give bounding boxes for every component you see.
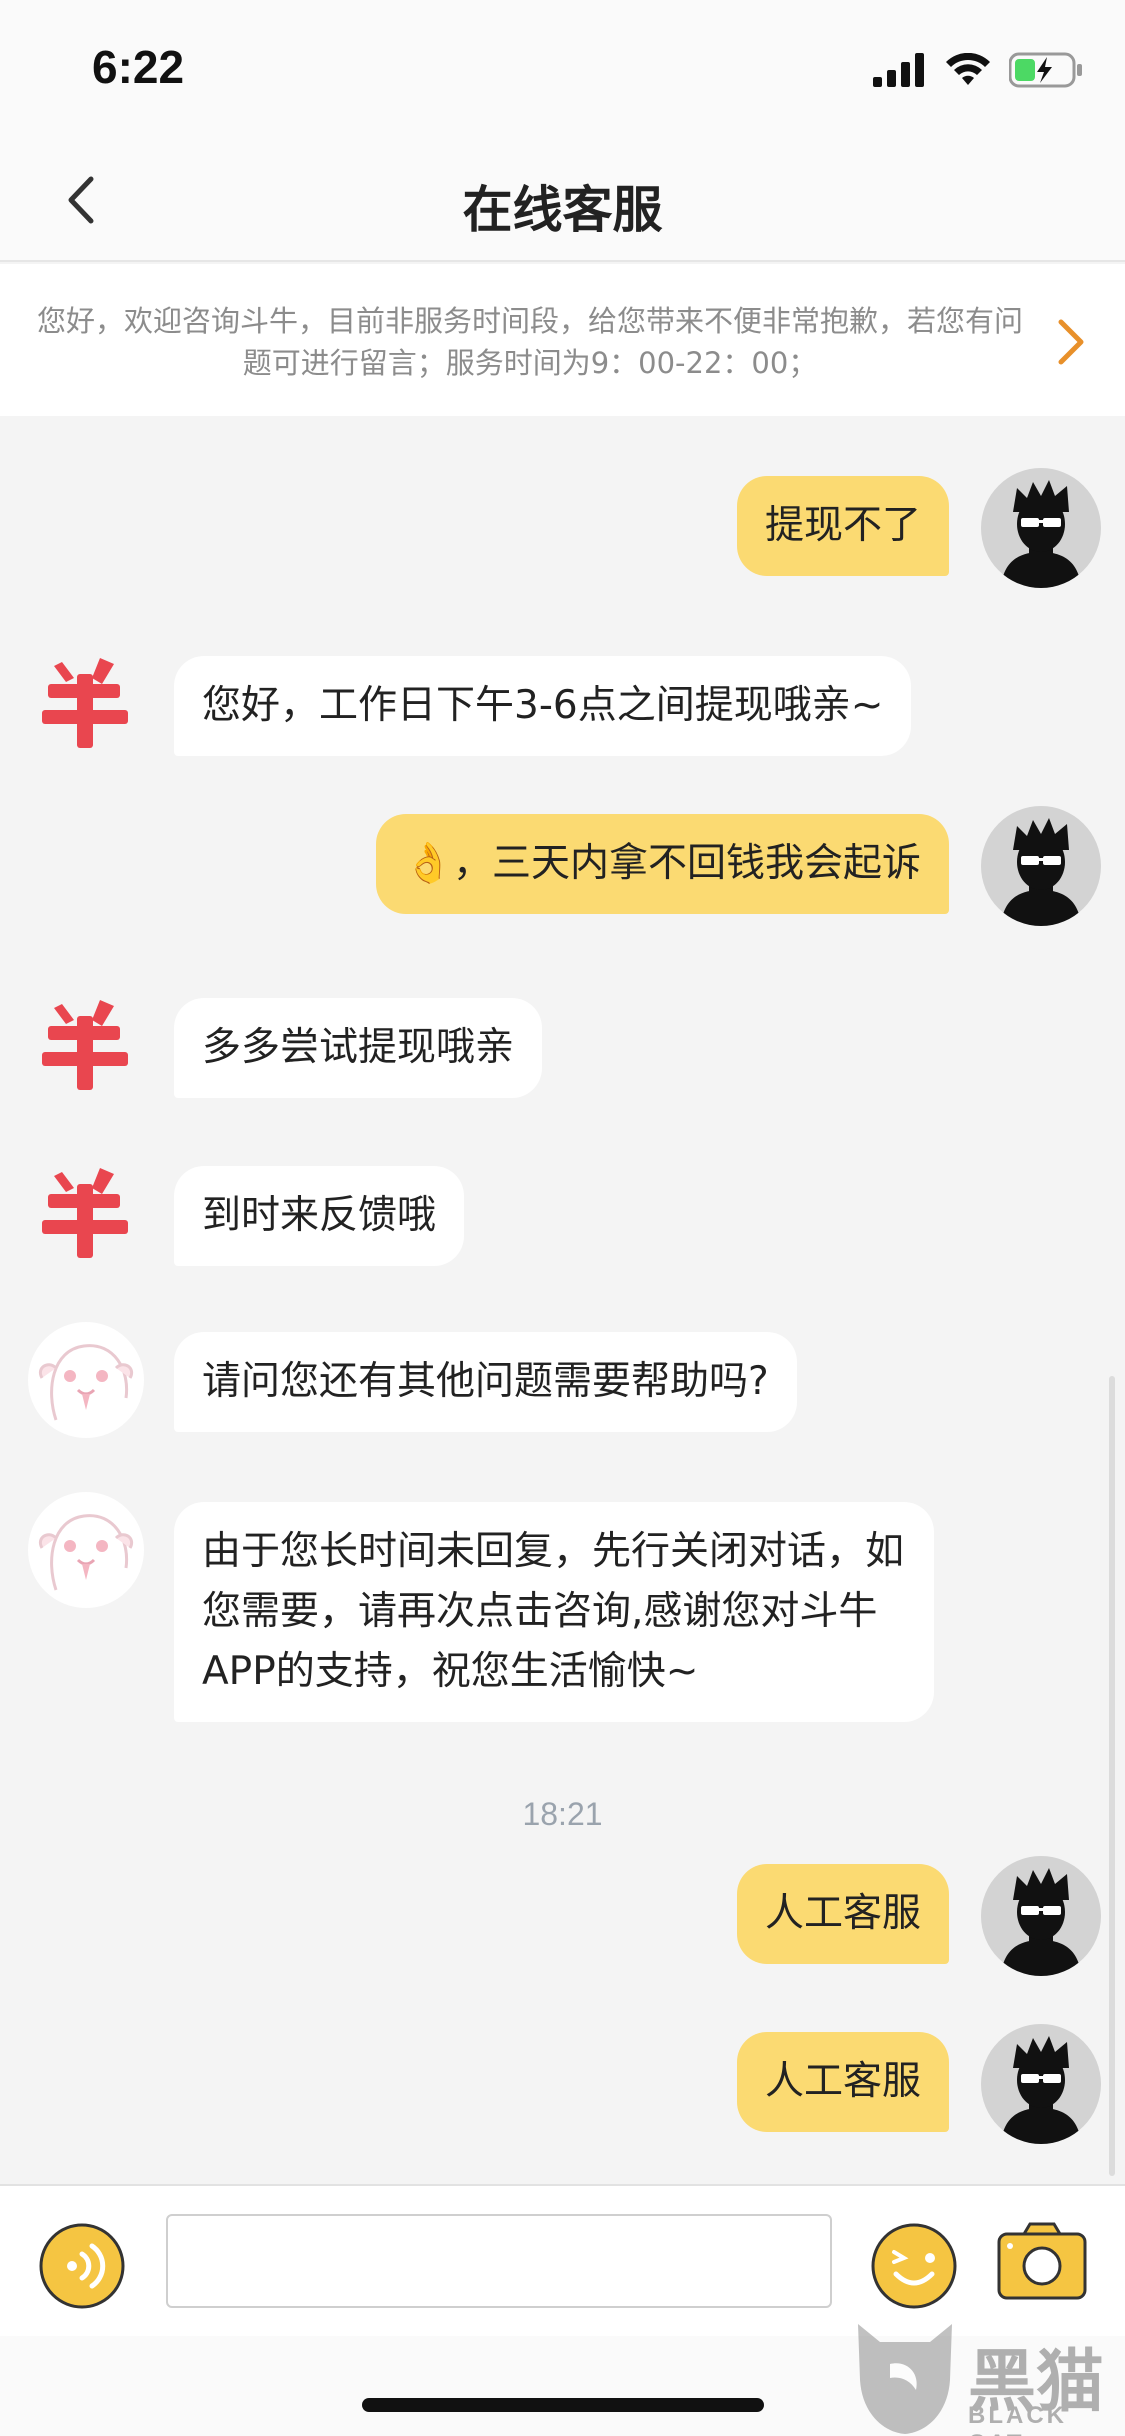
- message-timestamp: 18:21: [522, 1796, 603, 1832]
- cartoon-face-icon: [28, 1492, 144, 1608]
- message-bubble-bot[interactable]: 由于您长时间未回复，先行关闭对话，如您需要，请再次点击咨询,感谢您对斗牛APP的…: [174, 1502, 934, 1722]
- service-avatar[interactable]: [26, 986, 146, 1106]
- message-row-bot: 到时来反馈哦: [0, 1154, 1125, 1274]
- niu-logo-icon: [42, 658, 128, 748]
- message-input[interactable]: [166, 2214, 832, 2308]
- wifi-icon: [946, 53, 990, 85]
- message-bubble-bot[interactable]: 您好，工作日下午3-6点之间提现哦亲~: [174, 656, 912, 756]
- page-title: 在线客服: [462, 181, 663, 239]
- ok-hand-emoji: 👌: [404, 841, 453, 886]
- message-bubble-bot[interactable]: 请问您还有其他问题需要帮助吗?: [174, 1332, 797, 1432]
- cellular-signal-icon: [873, 53, 924, 87]
- watermark-en: BLACK CAT: [968, 2402, 1067, 2436]
- user-avatar-icon: [1001, 1868, 1081, 1976]
- user-avatar-icon: [1001, 480, 1081, 588]
- camera-button[interactable]: [996, 2222, 1088, 2302]
- cartoon-face-icon: [28, 1322, 144, 1438]
- battery-charging-icon: [1009, 52, 1082, 88]
- niu-logo-icon: [42, 1168, 128, 1258]
- message-row-bot: 请问您还有其他问题需要帮助吗?: [0, 1320, 1125, 1450]
- message-text: ，三天内拿不回钱我会起诉: [452, 841, 921, 886]
- user-avatar[interactable]: [981, 1856, 1101, 1976]
- message-row-user: 提现不了: [0, 468, 1125, 596]
- chat-area[interactable]: 提现不了 您好，工作日下午3-6点之间提现哦亲~ 👌，三天内拿不回钱我会起诉 多…: [0, 416, 1125, 2182]
- user-avatar[interactable]: [981, 468, 1101, 588]
- message-row-bot: 您好，工作日下午3-6点之间提现哦亲~: [0, 644, 1125, 764]
- notice-text: 您好，欢迎咨询斗牛，目前非服务时间段，给您带来不便非常抱歉，若您有问题可进行留言…: [36, 304, 1023, 380]
- message-bubble-user[interactable]: 提现不了: [736, 476, 949, 576]
- message-bubble-bot[interactable]: 多多尝试提现哦亲: [174, 998, 543, 1098]
- input-bar: [0, 2184, 1125, 2336]
- status-bar: 6:22: [0, 0, 1125, 140]
- watermark: 黑猫 BLACK CAT: [850, 2320, 1125, 2436]
- message-row-bot: 多多尝试提现哦亲: [0, 986, 1125, 1106]
- voice-button[interactable]: [38, 2222, 126, 2310]
- navigation-bar: 在线客服: [0, 140, 1125, 262]
- user-avatar[interactable]: [981, 2024, 1101, 2144]
- message-bubble-user[interactable]: 人工客服: [736, 2032, 949, 2132]
- scrollbar[interactable]: [1109, 1376, 1115, 2176]
- user-avatar[interactable]: [981, 806, 1101, 926]
- voice-icon: [39, 2223, 125, 2309]
- service-avatar[interactable]: [26, 644, 146, 764]
- camera-icon: [997, 2222, 1087, 2300]
- status-icons: [873, 50, 1083, 90]
- user-avatar-icon: [1001, 818, 1081, 926]
- home-indicator[interactable]: [362, 2398, 764, 2412]
- smiley-icon: [871, 2223, 957, 2309]
- chevron-right-icon[interactable]: [1051, 316, 1091, 368]
- message-row-user: 人工客服: [0, 1856, 1125, 1986]
- message-bubble-user[interactable]: 👌，三天内拿不回钱我会起诉: [376, 814, 949, 914]
- black-cat-logo-icon: [858, 2324, 952, 2434]
- service-avatar-cartoon[interactable]: [26, 1320, 146, 1440]
- service-avatar[interactable]: [26, 1154, 146, 1274]
- status-time: 6:22: [92, 41, 185, 93]
- service-notice[interactable]: 您好，欢迎咨询斗牛，目前非服务时间段，给您带来不便非常抱歉，若您有问题可进行留言…: [0, 264, 1125, 416]
- emoji-button[interactable]: [870, 2222, 958, 2310]
- message-row-user: 👌，三天内拿不回钱我会起诉: [0, 806, 1125, 936]
- niu-logo-icon: [42, 1000, 128, 1090]
- message-bubble-bot[interactable]: 到时来反馈哦: [174, 1166, 465, 1266]
- message-row-user: 人工客服: [0, 2024, 1125, 2154]
- message-bubble-user[interactable]: 人工客服: [736, 1864, 949, 1964]
- service-avatar-cartoon[interactable]: [26, 1490, 146, 1610]
- user-avatar-icon: [1001, 2036, 1081, 2144]
- message-row-bot: 由于您长时间未回复，先行关闭对话，如您需要，请再次点击咨询,感谢您对斗牛APP的…: [0, 1490, 1125, 1722]
